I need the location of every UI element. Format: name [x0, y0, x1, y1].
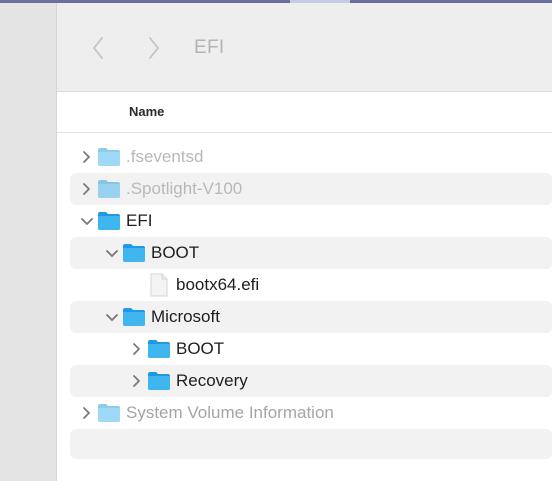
- back-button[interactable]: [86, 33, 110, 63]
- expand-toggle[interactable]: [130, 341, 144, 357]
- list-item[interactable]: .Spotlight-V100: [70, 173, 552, 205]
- item-name: bootx64.efi: [176, 275, 260, 294]
- expand-toggle[interactable]: [130, 373, 144, 389]
- folder-icon: [97, 179, 121, 199]
- sidebar: [0, 3, 56, 481]
- item-name: .Spotlight-V100: [126, 179, 243, 198]
- item-name: Recovery: [176, 371, 248, 390]
- chevron-right-icon: [133, 343, 140, 355]
- item-name: BOOT: [151, 243, 200, 262]
- chevron-right-icon: [83, 151, 90, 163]
- chevron-down-icon: [81, 218, 93, 225]
- folder-icon: [147, 371, 171, 391]
- list-item[interactable]: BOOT: [70, 333, 552, 365]
- list-item[interactable]: BOOT: [70, 237, 552, 269]
- item-name: .fseventsd: [126, 147, 204, 166]
- collapse-toggle[interactable]: [105, 309, 119, 325]
- folder-icon: [122, 307, 146, 327]
- list-item[interactable]: .fseventsd: [70, 141, 552, 173]
- window-title: EFI: [194, 37, 225, 58]
- list-item[interactable]: Recovery: [70, 365, 552, 397]
- chevron-left-icon: [93, 37, 103, 59]
- toolbar: EFI: [57, 3, 552, 92]
- chevron-down-icon: [106, 250, 118, 257]
- item-name: BOOT: [176, 339, 225, 358]
- file-icon: [149, 273, 169, 297]
- collapse-toggle[interactable]: [80, 213, 94, 229]
- item-name: Microsoft: [151, 307, 220, 326]
- chevron-down-icon: [106, 314, 118, 321]
- forward-button[interactable]: [142, 33, 166, 63]
- folder-icon: [147, 339, 171, 359]
- chevron-right-icon: [133, 375, 140, 387]
- chevron-right-icon: [83, 183, 90, 195]
- list-item[interactable]: bootx64.efi: [70, 269, 552, 301]
- folder-icon: [97, 403, 121, 423]
- list-item[interactable]: System Volume Information: [70, 397, 552, 429]
- empty-row: [70, 429, 552, 459]
- list-item[interactable]: Microsoft: [70, 301, 552, 333]
- expand-toggle[interactable]: [80, 181, 94, 197]
- expand-toggle[interactable]: [80, 149, 94, 165]
- column-header: Name: [57, 92, 552, 133]
- file-list: .fseventsd .Spotlight-V100 EFI BOOT bootx64.…: [70, 141, 552, 459]
- folder-icon: [97, 211, 121, 231]
- item-name: EFI: [126, 211, 153, 230]
- chevron-right-icon: [83, 407, 90, 419]
- collapse-toggle[interactable]: [105, 245, 119, 261]
- folder-icon: [122, 243, 146, 263]
- expand-toggle[interactable]: [80, 405, 94, 421]
- chevron-right-icon: [149, 37, 159, 59]
- item-name: System Volume Information: [126, 403, 334, 422]
- name-column-header[interactable]: Name: [129, 104, 164, 119]
- list-item[interactable]: EFI: [70, 205, 552, 237]
- folder-icon: [97, 147, 121, 167]
